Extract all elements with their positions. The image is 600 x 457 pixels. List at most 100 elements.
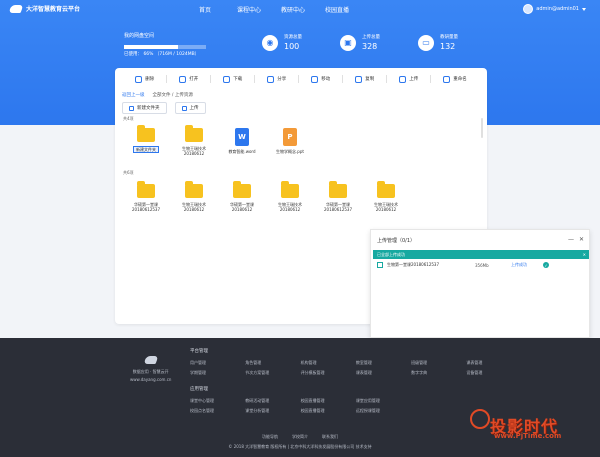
footer-link[interactable]: 课表管理 — [356, 368, 410, 378]
user-menu[interactable]: admin@admin01 — [523, 4, 586, 14]
footer-link[interactable]: 功能导航 — [262, 434, 278, 440]
close-icon[interactable]: ✕ — [583, 252, 586, 257]
divider — [254, 75, 256, 83]
toolbar-delete[interactable]: 删除 — [135, 75, 154, 83]
footer-link[interactable]: 用户管理 — [190, 358, 244, 368]
footer-link[interactable]: 学期管理 — [190, 368, 244, 378]
footer-links-group2: 课堂中心管理 教研活动管理 校园直播管理 课堂应用管理 校园点名管理 课堂分析管… — [190, 396, 410, 416]
scrollbar[interactable] — [481, 118, 483, 138]
upload-button[interactable]: 上传 — [174, 102, 206, 114]
toolbar-move[interactable]: 移动 — [311, 75, 330, 83]
footer-link[interactable]: 校园点名管理 — [190, 406, 244, 416]
file-name: 生物学概念.ppt — [276, 149, 304, 154]
file-item[interactable]: 生物王瑞技术 20180612 — [273, 181, 307, 212]
footer-link[interactable]: 课堂中心管理 — [190, 396, 244, 406]
toolbar-open[interactable]: 打开 — [179, 75, 199, 83]
close-icon[interactable]: ✕ — [579, 236, 584, 243]
file-item[interactable]: 生物王瑞技术 20180612 — [177, 181, 211, 212]
storage-progress-fill — [124, 45, 179, 49]
section-count: 共4项 — [123, 116, 134, 121]
breadcrumb-path: 全部文件 / 上传资源 — [152, 93, 193, 98]
copy-icon — [355, 75, 363, 83]
nav-item-courses[interactable]: 课程中心 — [232, 5, 266, 14]
toolbar-rename[interactable]: 重命名 — [443, 75, 467, 83]
main-nav: 首页 课程中心 教研中心 校园直播 — [188, 5, 360, 14]
storage-used-label: 已使用 — [124, 52, 138, 57]
footer-link[interactable]: 教室管理 — [356, 358, 410, 368]
divider — [210, 75, 212, 83]
dialog-title: 上传管理（0/1） — [377, 238, 416, 244]
footer-link[interactable]: 数字字典 — [411, 368, 465, 378]
breadcrumb: 返回上一级 全部文件 / 上传资源 — [122, 92, 193, 98]
minimize-icon[interactable]: — — [568, 236, 574, 243]
file-item[interactable]: 生物王瑞技术 20180612 — [369, 181, 403, 212]
folder-icon — [233, 181, 251, 198]
file-item[interactable]: 华硕第一堂课 20180612537 — [321, 181, 355, 212]
nav-item-home[interactable]: 首页 — [188, 5, 222, 14]
footer-link[interactable]: 设备管理 — [466, 368, 520, 378]
stat-uploads: ▣ 上传总量 328 — [340, 34, 380, 51]
file-item[interactable]: 华硕第一堂课 20180612537 — [129, 181, 163, 212]
trash-icon — [135, 75, 143, 83]
file-name: 生物王瑞技术 20180612 — [182, 202, 206, 212]
folder-icon — [185, 181, 203, 198]
top-navigation: 大洋智慧教育云平台 首页 课程中心 教研中心 校园直播 admin@admin0… — [0, 0, 600, 20]
footer-link[interactable]: 课堂应用管理 — [356, 396, 410, 406]
footer-link[interactable]: 学校简介 — [292, 434, 308, 440]
footer-link[interactable]: 课表管理 — [466, 358, 520, 368]
stat-label: 上传总量 — [362, 35, 380, 40]
toolbar-upload[interactable]: 上传 — [399, 75, 419, 83]
folder-icon — [281, 181, 299, 198]
nav-item-research[interactable]: 教研中心 — [276, 5, 310, 14]
folder-icon — [377, 181, 395, 198]
section-count: 共6项 — [123, 170, 134, 175]
folder-icon — [137, 125, 155, 142]
brand-logo[interactable]: 大洋智慧教育云平台 — [8, 4, 80, 13]
toolbar-download[interactable]: 下载 — [223, 75, 243, 83]
storage-percent: 66% — [143, 52, 154, 57]
footer-link[interactable]: 节次方案管理 — [245, 368, 299, 378]
logo-icon — [8, 4, 24, 13]
footer-link[interactable]: 校园直播管理 — [301, 406, 355, 416]
footer-link[interactable]: 评分模板管理 — [301, 368, 355, 378]
logo-icon — [143, 356, 159, 364]
divider — [386, 75, 388, 83]
footer-link[interactable]: 教研活动管理 — [245, 396, 299, 406]
file-item[interactable]: 华硕第一堂课 20180612 — [225, 181, 259, 212]
toolbar-share[interactable]: 分享 — [267, 75, 286, 83]
toolbar-label: 打开 — [189, 77, 199, 82]
footer-row: 用户管理 角色管理 机构管理 教室管理 班级管理 课表管理 — [190, 358, 520, 368]
storage-title: 我的网盘空间 — [124, 33, 155, 39]
nav-item-live[interactable]: 校园直播 — [320, 5, 354, 14]
chevron-down-icon — [582, 7, 586, 11]
stats-strip: 我的网盘空间 已使用： 66% （716M / 1024MB） ◉ 资源总量 1… — [0, 28, 600, 64]
footer-link[interactable]: 机构管理 — [301, 358, 355, 368]
stat-research: ▭ 教研量量 132 — [418, 34, 458, 51]
file-item[interactable]: P 生物学概念.ppt — [273, 128, 307, 156]
footer-link[interactable]: 课堂分析管理 — [245, 406, 299, 416]
watermark-url: www.PjTime.com — [494, 432, 562, 440]
file-item[interactable]: W 教育智能.word — [225, 128, 259, 156]
footer-link[interactable]: 班级管理 — [411, 358, 465, 368]
footer-group-title: 应用管理 — [190, 387, 208, 392]
file-item[interactable]: 生物王瑞技术 20180612 — [177, 125, 211, 156]
footer-link[interactable]: 角色管理 — [245, 358, 299, 368]
stat-label: 资源总量 — [284, 35, 302, 40]
storage-progress-bar — [124, 45, 206, 49]
footer-link[interactable]: 校园直播管理 — [301, 396, 355, 406]
stat-resources: ◉ 资源总量 100 — [262, 34, 302, 51]
file-item[interactable]: 新建文件夹 — [129, 125, 163, 156]
footer-row: 课堂中心管理 教研活动管理 校园直播管理 课堂应用管理 — [190, 396, 410, 406]
word-doc-icon: W — [235, 128, 249, 146]
footer-brand-line2: www.dayang.com.cn — [130, 377, 172, 382]
toolbar-label: 上传 — [409, 77, 419, 82]
back-link[interactable]: 返回上一级 — [122, 92, 145, 98]
toolbar-copy[interactable]: 复制 — [355, 75, 374, 83]
footer-link[interactable]: 远程授课管理 — [356, 406, 410, 416]
new-folder-button[interactable]: 新建文件夹 — [122, 102, 167, 114]
download-icon — [223, 75, 231, 83]
footer-link[interactable]: 联系我们 — [322, 434, 338, 440]
toolbar-label: 下载 — [233, 77, 243, 82]
footer-links-group1: 用户管理 角色管理 机构管理 教室管理 班级管理 课表管理 学期管理 节次方案管… — [190, 358, 520, 378]
avatar — [523, 4, 534, 14]
